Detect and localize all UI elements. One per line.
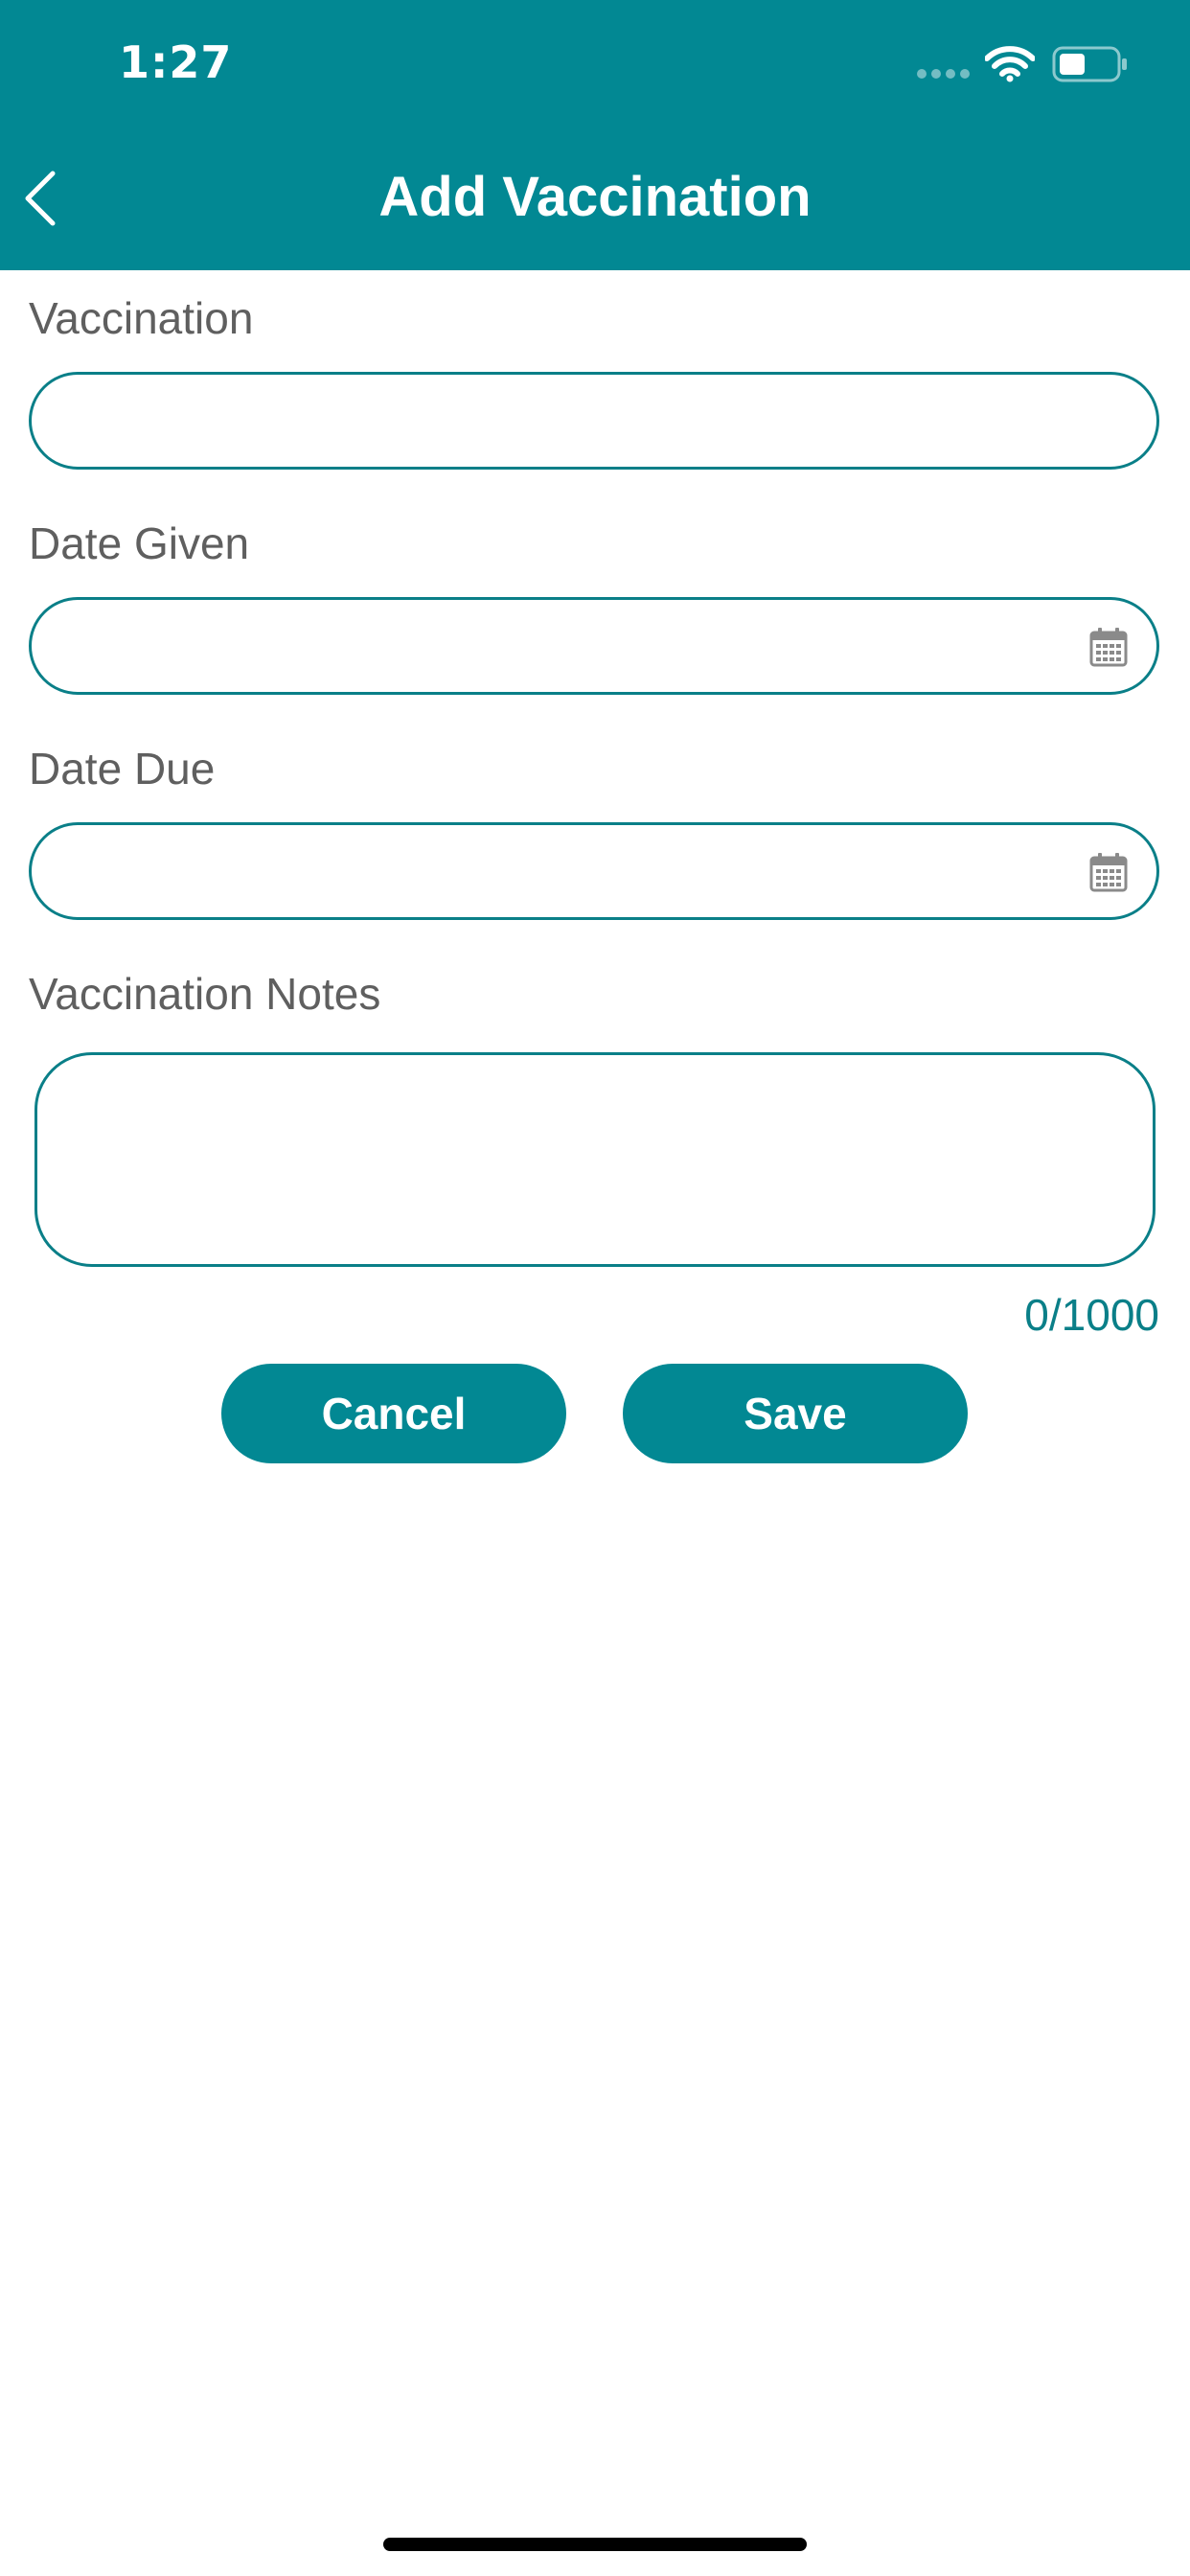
battery-icon	[1052, 46, 1127, 82]
app-header: 1:27 Add Vaccination	[0, 0, 1190, 270]
vaccination-label: Vaccination	[29, 293, 254, 343]
character-count: 0/1000	[1024, 1290, 1159, 1340]
save-button[interactable]: Save	[623, 1364, 968, 1463]
date-due-input[interactable]	[29, 822, 1159, 920]
vaccination-input[interactable]	[29, 372, 1159, 470]
calendar-icon[interactable]	[1089, 852, 1128, 892]
home-indicator	[383, 2538, 807, 2551]
date-given-input[interactable]	[29, 597, 1159, 695]
status-time: 1:27	[119, 36, 233, 88]
cancel-button[interactable]: Cancel	[221, 1364, 566, 1463]
vaccination-notes-label: Vaccination Notes	[29, 969, 381, 1019]
calendar-icon[interactable]	[1089, 627, 1128, 667]
vaccination-notes-textarea[interactable]	[34, 1052, 1156, 1267]
wifi-icon	[985, 46, 1035, 82]
date-given-label: Date Given	[29, 518, 250, 568]
signal-icon	[917, 69, 971, 80]
date-due-label: Date Due	[29, 744, 216, 794]
page-title: Add Vaccination	[378, 166, 812, 228]
